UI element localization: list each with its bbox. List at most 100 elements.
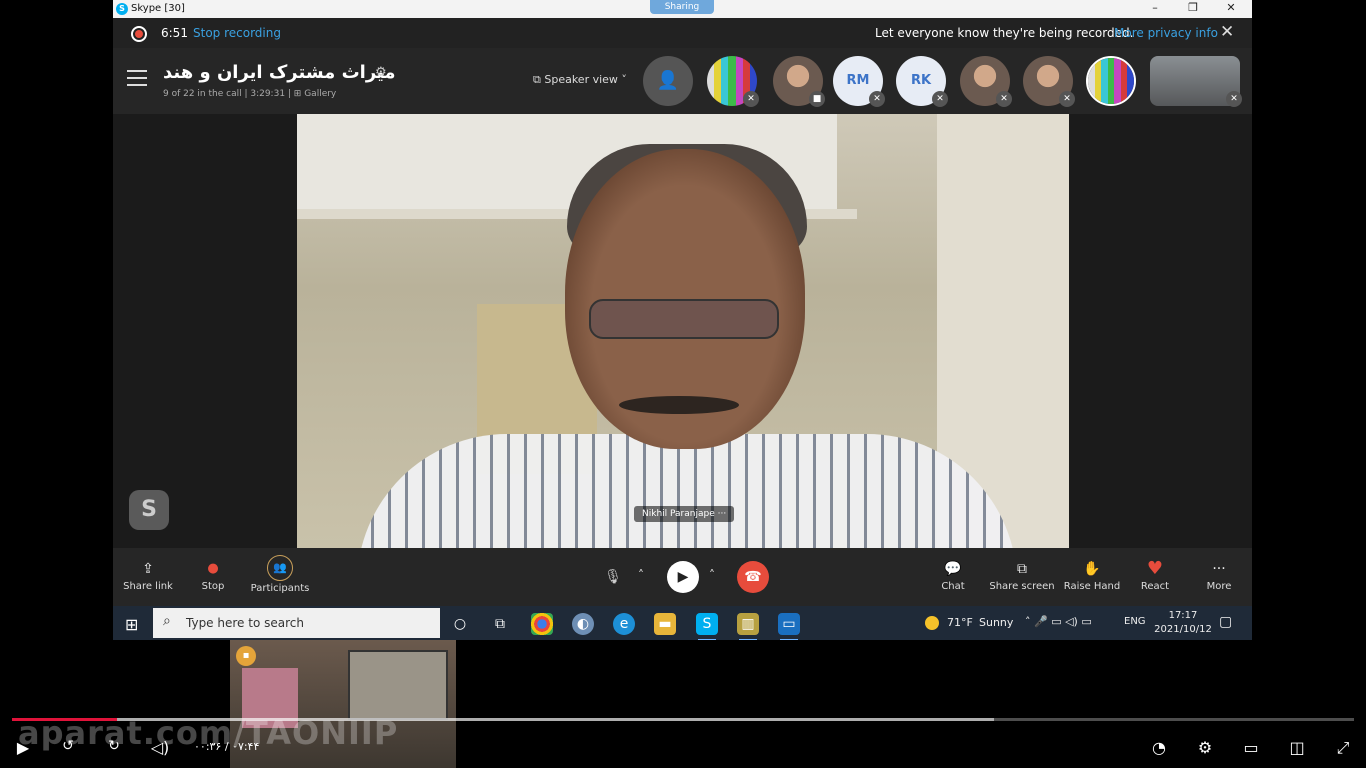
stop-button[interactable]: ● Stop bbox=[178, 557, 248, 592]
call-subtitle: 9 of 22 in the call | 3:29:31 | ⊞ Galler… bbox=[163, 89, 337, 99]
weather-condition[interactable]: Sunny bbox=[979, 616, 1013, 629]
picture-in-picture-icon[interactable]: ◫ bbox=[1286, 738, 1308, 757]
participants-button[interactable]: 👥 Participants bbox=[245, 555, 315, 594]
raise-hand-button[interactable]: ✋ Raise Hand bbox=[1057, 557, 1127, 592]
stop-recording-link[interactable]: Stop recording bbox=[193, 26, 281, 40]
close-icon[interactable]: ✕ bbox=[1220, 22, 1234, 42]
restore-button[interactable]: ❐ bbox=[1183, 1, 1203, 14]
participant-avatar-speaking[interactable] bbox=[1086, 56, 1136, 106]
edge-icon[interactable]: e bbox=[613, 613, 635, 635]
participant-avatar[interactable]: RM ✕ bbox=[833, 56, 885, 107]
task-view-icon[interactable]: ⧉ bbox=[489, 613, 511, 635]
app-icon[interactable]: ◐ bbox=[572, 613, 594, 635]
close-window-button[interactable]: ✕ bbox=[1221, 1, 1241, 14]
speaker-view-icon: ⧉ bbox=[533, 73, 545, 86]
progress-bar[interactable] bbox=[12, 718, 1354, 721]
file-explorer-icon[interactable]: ▬ bbox=[654, 613, 676, 635]
minimize-button[interactable]: – bbox=[1145, 1, 1165, 14]
skype-taskbar-icon[interactable]: S bbox=[696, 613, 718, 640]
skype-icon: S bbox=[116, 3, 128, 15]
app-icon[interactable]: ▥ bbox=[737, 613, 759, 640]
rewind-icon[interactable]: ↺ bbox=[57, 738, 79, 754]
chrome-icon[interactable] bbox=[531, 613, 553, 635]
end-call-button[interactable]: ☎ bbox=[737, 561, 769, 593]
participant-avatar[interactable]: ✕ bbox=[1023, 56, 1075, 107]
mute-mic-button[interactable]: 🎙 bbox=[597, 561, 629, 593]
chevron-down-icon: ˅ bbox=[617, 73, 627, 86]
participant-video-tile[interactable]: ✕ bbox=[1150, 56, 1242, 107]
share-screen-icon: ⧉ bbox=[1017, 561, 1027, 577]
call-title: میراث مشترک ایران و هند bbox=[163, 62, 396, 83]
skype-logo-icon: S bbox=[129, 490, 169, 530]
chat-bubble-icon: ▪ bbox=[236, 646, 256, 666]
chat-button[interactable]: 💬 Chat bbox=[918, 557, 988, 592]
fullscreen-icon[interactable]: ⤢ bbox=[1332, 738, 1354, 758]
speaker-view-dropdown[interactable]: ⧉ Speaker view ˅ bbox=[533, 73, 627, 87]
chat-label: Chat bbox=[941, 581, 965, 592]
weather-sun-icon bbox=[925, 616, 939, 630]
weather-temperature[interactable]: 71°F bbox=[947, 616, 973, 629]
hand-icon: ✋ bbox=[1083, 561, 1101, 577]
react-button[interactable]: ♥ React bbox=[1120, 557, 1190, 592]
share-screen-button[interactable]: ⧉ Share screen bbox=[987, 557, 1057, 592]
taskbar-search-box[interactable]: ⌕ Type here to search bbox=[153, 608, 440, 638]
taskbar-clock[interactable]: 17:17 2021/10/12 bbox=[1153, 609, 1213, 637]
volume-icon[interactable]: ◁) bbox=[149, 738, 171, 757]
playback-speed-icon[interactable]: ◔ bbox=[1148, 738, 1170, 757]
notification-icon[interactable]: ▢ bbox=[1219, 614, 1232, 630]
language-indicator[interactable]: ENG bbox=[1124, 616, 1146, 627]
muted-mic-icon: 🎙 bbox=[604, 569, 622, 585]
speaker-name-tag[interactable]: Nikhil Paranjape ··· bbox=[634, 506, 735, 522]
participant-avatar[interactable]: ✕ bbox=[960, 56, 1012, 107]
muted-mic-icon: ✕ bbox=[1226, 91, 1242, 107]
muted-mic-icon: ✕ bbox=[743, 91, 759, 107]
window-title: Skype [30] bbox=[131, 3, 185, 14]
speaker-view-label: Speaker view bbox=[544, 73, 618, 86]
recording-bar: 6:51 Stop recording Let everyone know th… bbox=[113, 18, 1252, 48]
mic-options-chevron-icon[interactable]: ˄ bbox=[638, 568, 644, 582]
app-icon[interactable]: ▭ bbox=[778, 613, 800, 640]
more-label: More bbox=[1206, 581, 1232, 592]
theater-mode-icon[interactable]: ▭ bbox=[1240, 738, 1262, 757]
camera-button[interactable]: ▶ bbox=[667, 561, 699, 593]
participants-icon: 👥 bbox=[267, 555, 293, 581]
participant-avatar[interactable]: RK ✕ bbox=[896, 56, 948, 107]
privacy-info-link[interactable]: More privacy info bbox=[1114, 26, 1218, 40]
muted-mic-icon: ✕ bbox=[996, 91, 1012, 107]
ellipsis-icon: ··· bbox=[1212, 561, 1226, 577]
camera-options-chevron-icon[interactable]: ˄ bbox=[709, 568, 715, 582]
system-tray-icons[interactable]: ˄ 🎤 ▭ ◁) ▭ bbox=[1025, 615, 1092, 628]
record-stop-icon: ● bbox=[207, 561, 219, 576]
more-button[interactable]: ··· More bbox=[1184, 557, 1252, 592]
add-people-button[interactable]: 👤 bbox=[643, 56, 693, 106]
video-camera-icon: ▶ bbox=[677, 569, 689, 585]
menu-icon[interactable] bbox=[127, 70, 147, 91]
cortana-icon[interactable]: ○ bbox=[449, 613, 471, 635]
speaker-name: Nikhil Paranjape bbox=[642, 509, 715, 519]
recording-notice: Let everyone know they're being recorded… bbox=[875, 26, 1134, 40]
share-screen-label: Share screen bbox=[989, 581, 1055, 592]
settings-gear-icon[interactable]: ⚙ bbox=[1194, 738, 1216, 757]
settings-icon[interactable]: ⚙ bbox=[375, 65, 387, 80]
chat-icon: 💬 bbox=[944, 561, 962, 577]
call-controls: ⇪ Share link ● Stop 👥 Participants 🎙 ˄ ▶… bbox=[113, 548, 1252, 606]
buffered-bar bbox=[12, 718, 995, 721]
sharing-indicator[interactable]: Sharing bbox=[650, 0, 714, 14]
skype-window: S Skype [30] Sharing – ❐ ✕ 6:51 Stop rec… bbox=[113, 0, 1252, 640]
share-icon: ⇪ bbox=[142, 561, 154, 577]
player-timecode: ۰۰:۳۶ / ۰۷:۴۴ bbox=[194, 740, 260, 753]
play-icon[interactable]: ▶ bbox=[12, 738, 34, 757]
participant-avatar[interactable]: ■ bbox=[773, 56, 825, 107]
windows-start-icon[interactable]: ⊞ bbox=[125, 615, 138, 634]
muted-mic-icon: ✕ bbox=[1059, 91, 1075, 107]
clock-time: 17:17 bbox=[1168, 610, 1198, 621]
search-icon: ⌕ bbox=[163, 613, 171, 629]
recording-icon bbox=[131, 26, 147, 42]
participant-avatar[interactable]: ✕ bbox=[707, 56, 759, 107]
hang-up-icon: ☎ bbox=[744, 569, 762, 585]
forward-icon[interactable]: ↻ bbox=[103, 738, 125, 754]
search-placeholder: Type here to search bbox=[186, 616, 304, 630]
heart-icon: ♥ bbox=[1146, 558, 1164, 579]
share-link-button[interactable]: ⇪ Share link bbox=[113, 557, 183, 592]
windows-taskbar: ⊞ ⌕ Type here to search ○ ⧉ ◐ e ▬ S ▥ ▭ … bbox=[113, 606, 1252, 640]
